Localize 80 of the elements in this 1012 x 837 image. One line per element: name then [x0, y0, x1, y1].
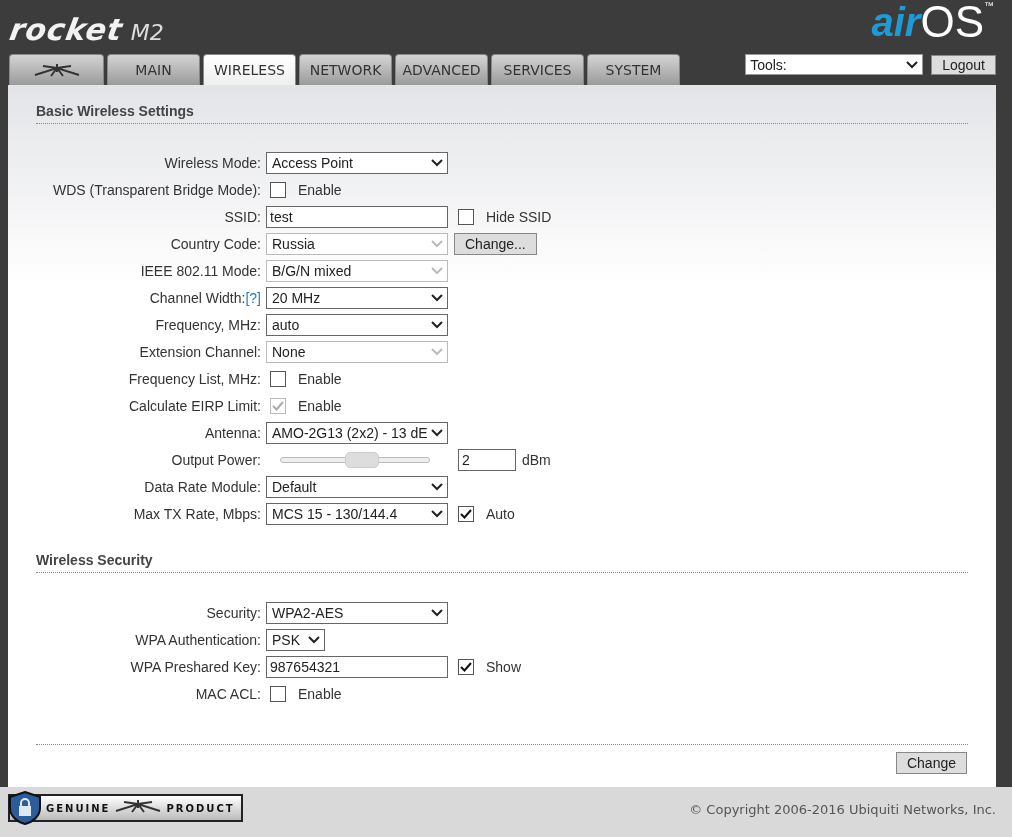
dropdown-field[interactable]: Default [266, 475, 448, 498]
input-field[interactable]: 2 [458, 448, 516, 471]
nav-tab[interactable]: SERVICES [491, 54, 584, 85]
chevron-icon [308, 635, 320, 644]
chevron-icon [431, 509, 443, 518]
logout-button[interactable]: Logout [931, 54, 996, 75]
nav-tab[interactable]: ADVANCED [395, 54, 488, 85]
change-button[interactable]: Change [895, 752, 967, 774]
field-label: IEEE 802.11 Mode: [139, 262, 262, 279]
chevron-icon [431, 158, 443, 167]
antenna-logo-icon [32, 63, 81, 77]
chevron-icon [431, 239, 443, 248]
help-link[interactable]: [?] [245, 289, 261, 306]
chevron-icon [431, 320, 443, 329]
checkbox-label: Show [486, 658, 522, 675]
field-label: Antenna: [203, 424, 262, 441]
chevron-icon [431, 266, 443, 275]
checkbox-label: Enable [298, 685, 342, 702]
copyright-text: © Copyright 2006-2016 Ubiquiti Networks, Inc. [689, 801, 996, 817]
checkbox[interactable] [458, 208, 474, 225]
checkbox-label: Auto [486, 505, 515, 522]
section-title: Wireless Security [36, 552, 968, 573]
field-label: WPA Authentication: [134, 631, 262, 648]
field-label: Calculate EIRP Limit: [128, 397, 262, 414]
field-label: MAC ACL: [194, 685, 262, 702]
chevron-icon [431, 293, 443, 302]
chevron-icon [431, 347, 443, 356]
field-label: WPA Preshared Key: [129, 658, 262, 675]
check-icon [460, 508, 472, 519]
checkbox[interactable] [458, 658, 474, 675]
chevron-icon [431, 608, 443, 617]
field-label: Security: [205, 604, 262, 621]
checkbox[interactable] [270, 181, 286, 198]
field-label: Max TX Rate, Mbps: [132, 505, 262, 522]
check-icon [272, 400, 284, 411]
nav-tab[interactable]: WIRELESS [203, 54, 296, 85]
input-field[interactable]: test [266, 205, 448, 228]
check-icon [460, 661, 472, 672]
nav-tab[interactable] [9, 54, 104, 85]
checkbox-label: Hide SSID [486, 208, 552, 225]
rocket-logo: rocket M2 [10, 12, 164, 47]
dropdown-field[interactable]: auto [266, 313, 448, 336]
section-title: Basic Wireless Settings [36, 103, 968, 124]
slider-thumb[interactable] [344, 451, 379, 468]
checkbox-label: Enable [298, 370, 342, 387]
chevron-icon [906, 60, 919, 69]
dropdown-field[interactable]: 20 MHz [266, 286, 448, 309]
field-label: Output Power: [170, 451, 262, 468]
field-label: SSID: [223, 208, 262, 225]
checkbox-label: Enable [298, 181, 342, 198]
field-label: Country Code: [169, 235, 262, 252]
unit-label: dBm [522, 451, 551, 468]
antenna-logo-icon [114, 799, 163, 813]
field-label: Wireless Mode: [163, 154, 262, 171]
dropdown-field[interactable]: WPA2-AES [266, 601, 448, 624]
genuine-product-badge: GENUINE PRODUCT [8, 794, 243, 822]
chevron-icon [431, 428, 443, 437]
checkbox-label: Enable [298, 397, 342, 414]
tools-dropdown[interactable]: Tools: [745, 54, 924, 75]
field-label: Channel Width: [149, 289, 246, 306]
field-label: Frequency, MHz: [154, 316, 262, 333]
airos-logo: airOS™ [871, 0, 994, 44]
lock-shield-icon [8, 791, 42, 825]
field-label: WDS (Transparent Bridge Mode): [52, 181, 262, 198]
nav-tab[interactable]: MAIN [107, 54, 200, 85]
checkbox[interactable] [270, 685, 286, 702]
dropdown-field[interactable]: Access Point [266, 151, 448, 174]
nav-tab[interactable]: SYSTEM [587, 54, 680, 85]
input-field[interactable]: 987654321 [266, 655, 448, 678]
chevron-icon [431, 482, 443, 491]
field-label: Frequency List, MHz: [127, 370, 262, 387]
nav-tab[interactable]: NETWORK [299, 54, 392, 85]
dropdown-field[interactable]: MCS 15 - 130/144.4 [266, 502, 448, 525]
checkbox[interactable] [270, 370, 286, 387]
dropdown-field[interactable]: PSK [266, 628, 325, 651]
slider[interactable] [279, 450, 431, 469]
field-label: Data Rate Module: [143, 478, 262, 495]
field-label: Extension Channel: [138, 343, 262, 360]
checkbox[interactable] [458, 505, 474, 522]
dropdown-field[interactable]: AMO-2G13 (2x2) - 13 dE [266, 421, 448, 444]
